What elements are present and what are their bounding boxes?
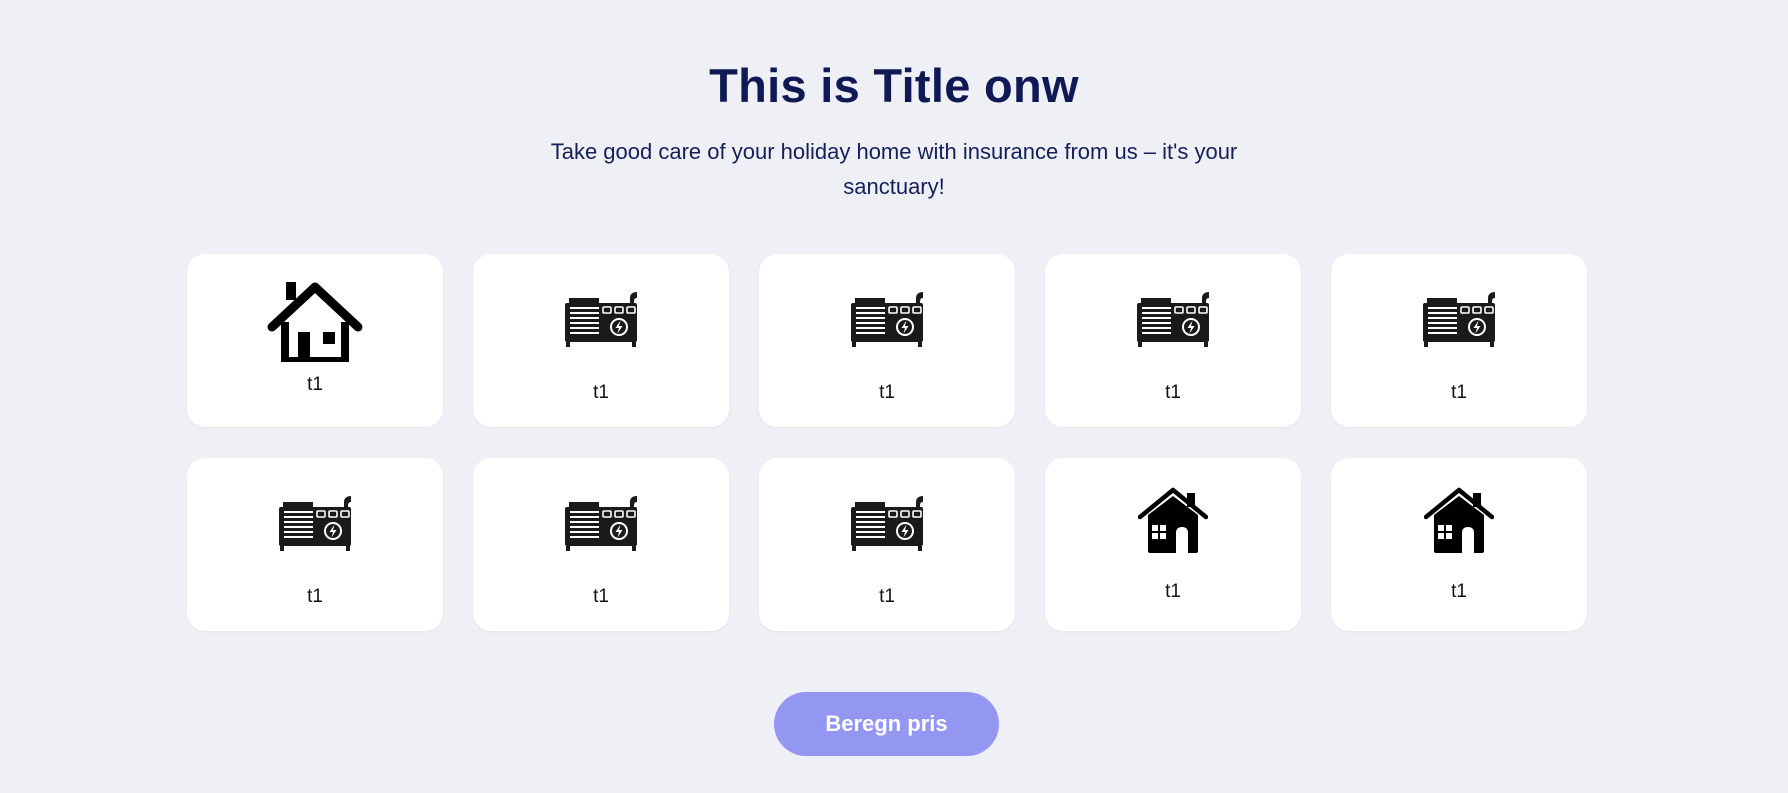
option-card[interactable]: t1: [187, 458, 443, 631]
generator-icon: [850, 292, 924, 348]
option-card[interactable]: t1: [1045, 458, 1301, 631]
options-grid: t1 t1 t1 t1 t1 t1 t1 t1 t1 t1: [187, 254, 1587, 631]
generator-icon: [278, 496, 352, 552]
option-card[interactable]: t1: [1045, 254, 1301, 427]
option-card[interactable]: t1: [759, 254, 1015, 427]
calculate-price-button[interactable]: Beregn pris: [774, 692, 999, 756]
generator-icon: [564, 496, 638, 552]
option-label: t1: [1451, 382, 1467, 403]
option-card[interactable]: t1: [759, 458, 1015, 631]
option-label: t1: [879, 586, 895, 607]
generator-icon: [850, 496, 924, 552]
house-roof-icon: [267, 282, 363, 362]
option-card[interactable]: t1: [187, 254, 443, 427]
option-card[interactable]: t1: [473, 254, 729, 427]
house-solid-icon: [1138, 487, 1208, 553]
option-label: t1: [1165, 382, 1181, 403]
generator-icon: [1136, 292, 1210, 348]
option-label: t1: [593, 586, 609, 607]
generator-icon: [1422, 292, 1496, 348]
page-subtitle: Take good care of your holiday home with…: [550, 139, 1238, 199]
option-label: t1: [1165, 581, 1181, 602]
option-card[interactable]: t1: [1331, 254, 1587, 427]
option-label: t1: [879, 382, 895, 403]
option-label: t1: [307, 374, 323, 395]
option-label: t1: [593, 382, 609, 403]
generator-icon: [564, 292, 638, 348]
page: This is Title onw Take good care of your…: [0, 0, 1788, 793]
option-label: t1: [307, 586, 323, 607]
option-card[interactable]: t1: [1331, 458, 1587, 631]
option-card[interactable]: t1: [473, 458, 729, 631]
page-title: This is Title onw: [709, 59, 1079, 112]
option-label: t1: [1451, 581, 1467, 602]
house-solid-icon: [1424, 487, 1494, 553]
